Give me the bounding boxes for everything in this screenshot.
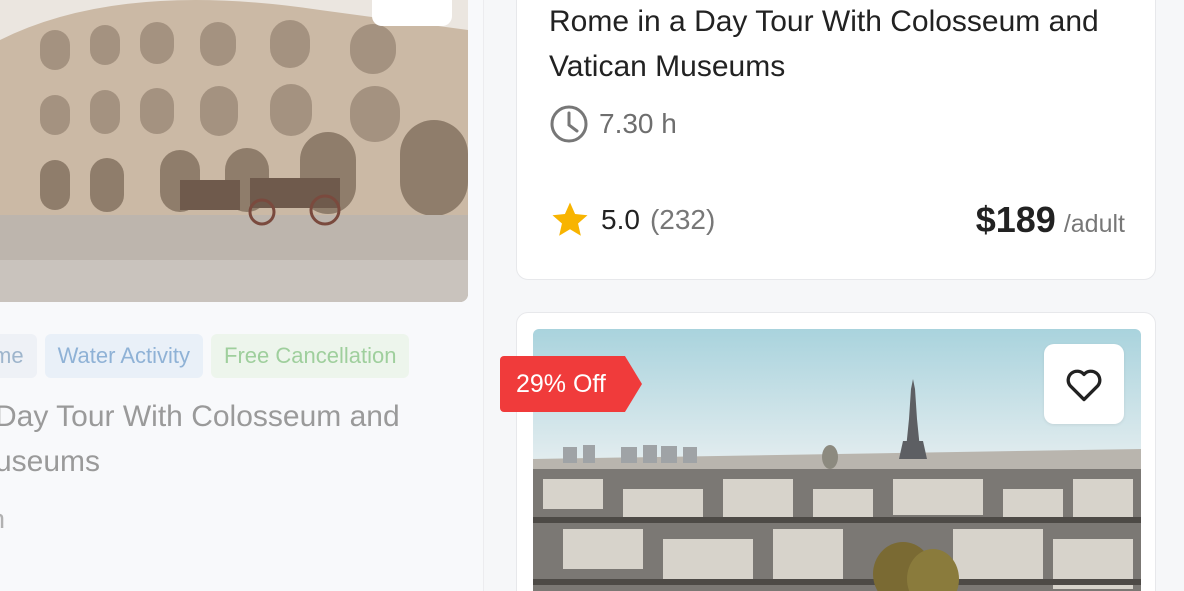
left-card[interactable]: me Water Activity Free Cancellation a Da…: [0, 0, 484, 591]
tag-water-activity: Water Activity: [44, 334, 203, 378]
colosseum-illustration: [0, 0, 468, 302]
favorite-button[interactable]: [1044, 344, 1124, 424]
left-favorite-button[interactable]: [372, 0, 452, 26]
rating-value: 5.0: [601, 204, 640, 235]
tour-rating: 5.0 (232): [549, 199, 715, 241]
left-card-duration: h: [0, 504, 5, 535]
discount-badge: 29% Off: [500, 356, 642, 412]
tour-price: $189 /adult: [976, 199, 1125, 241]
left-card-title[interactable]: a Day Tour With Colosseum and Museums: [0, 394, 480, 484]
tour-card-rome[interactable]: Rome in a Day Tour With Colosseum and Va…: [516, 0, 1156, 280]
price-unit: /adult: [1063, 210, 1125, 238]
duration-text: 7.30 h: [599, 108, 677, 139]
clock-icon: [550, 105, 588, 143]
tour-duration: 7.30 h: [549, 104, 677, 144]
heart-icon: [1066, 369, 1102, 402]
colosseum-image[interactable]: [0, 0, 468, 302]
tag-free-cancellation: Free Cancellation: [211, 334, 410, 378]
review-count: (232): [649, 204, 716, 235]
price-amount: $189: [975, 199, 1056, 240]
tag-list: me Water Activity Free Cancellation: [0, 334, 410, 378]
tour-title[interactable]: Rome in a Day Tour With Colosseum and Va…: [549, 0, 1149, 89]
tag: me: [0, 334, 37, 378]
star-icon: [552, 202, 588, 236]
